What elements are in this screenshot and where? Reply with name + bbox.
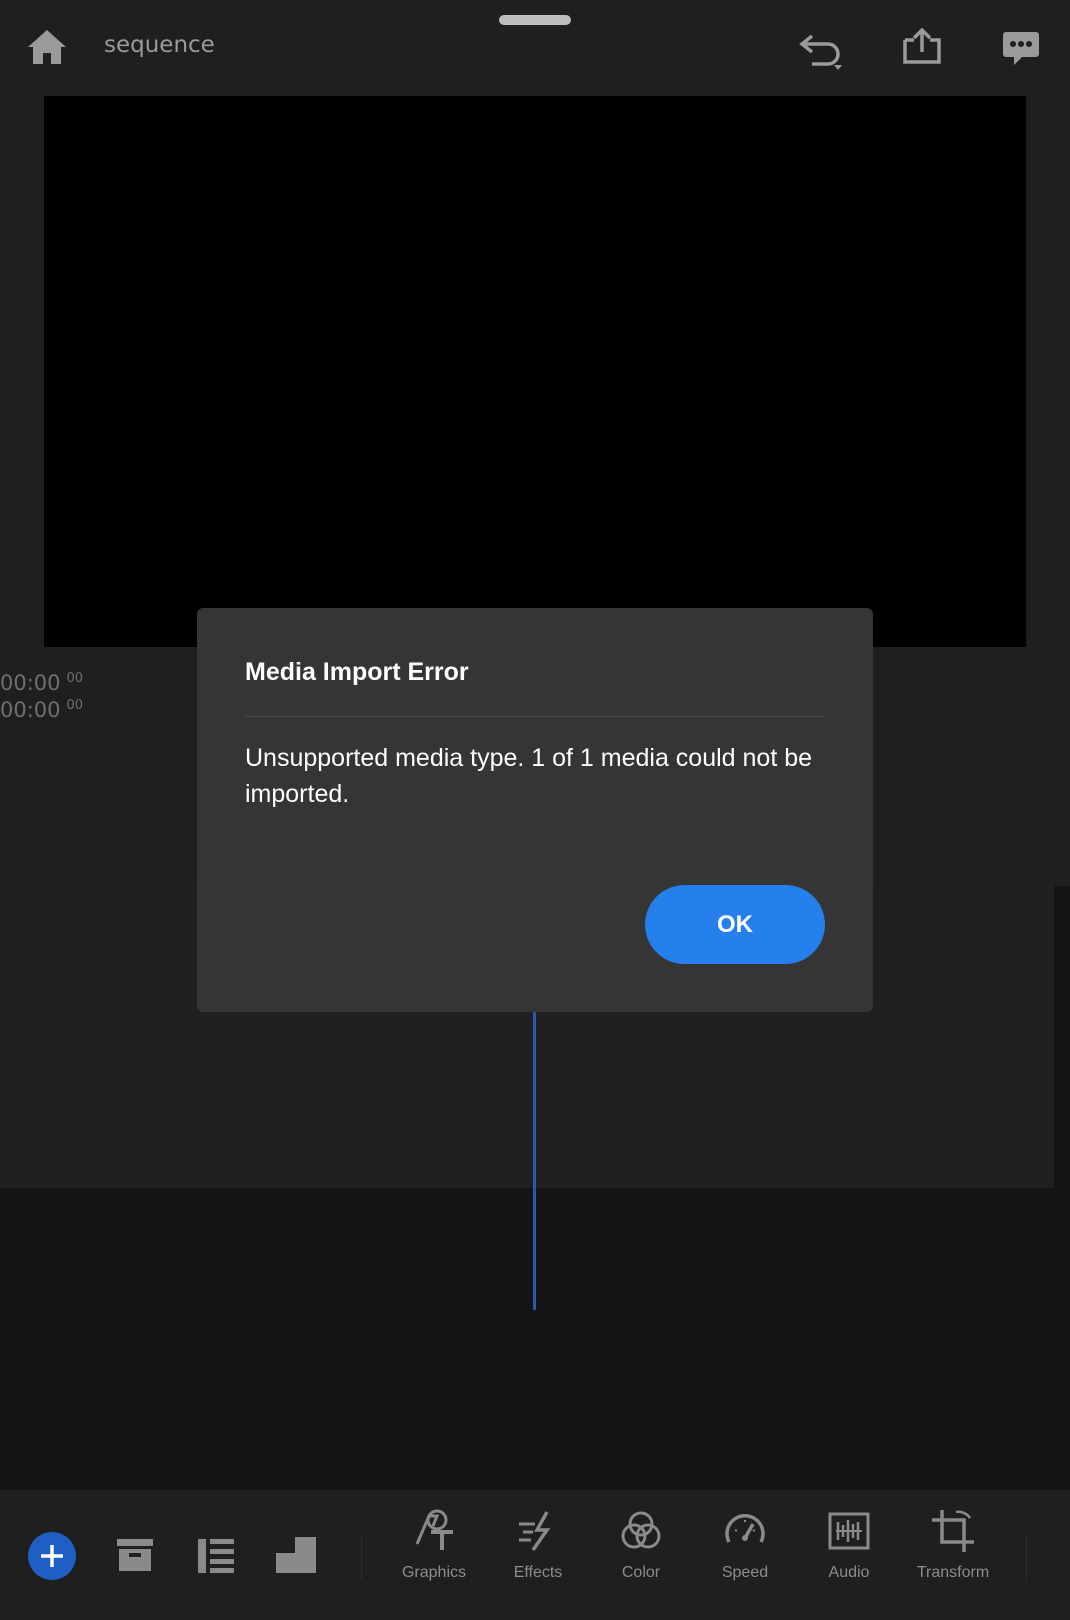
tool-color-label: Color: [621, 1564, 661, 1581]
sequence-title: sequence: [104, 32, 215, 58]
toolbar-divider: [1026, 1535, 1027, 1581]
audio-icon: [828, 1512, 870, 1550]
dialog-message: Unsupported media type. 1 of 1 media cou…: [245, 744, 813, 808]
share-icon[interactable]: [903, 28, 941, 64]
tool-speed-label: Speed: [721, 1564, 769, 1581]
tool-effects-label: Effects: [513, 1564, 563, 1581]
aspect-ratio-icon[interactable]: [275, 1536, 317, 1574]
plus-icon: [41, 1545, 63, 1567]
tool-graphics[interactable]: Graphics: [384, 1508, 484, 1582]
duration-timecode-frames: 00: [66, 698, 84, 713]
current-timecode-value: 00:00: [0, 671, 61, 695]
transform-icon: [932, 1510, 974, 1552]
graphics-icon: [415, 1509, 453, 1550]
effects-icon: [519, 1511, 551, 1552]
playhead[interactable]: [533, 1010, 536, 1310]
tool-speed[interactable]: Speed: [695, 1508, 795, 1582]
drag-handle[interactable]: [499, 15, 571, 25]
add-media-button[interactable]: [28, 1532, 76, 1580]
color-icon: [621, 1511, 661, 1549]
current-timecode-frames: 00: [66, 671, 84, 686]
speed-icon: [725, 1514, 765, 1543]
archive-icon[interactable]: [116, 1538, 154, 1572]
tool-transform-label: Transform: [916, 1564, 990, 1581]
dialog-divider: [245, 716, 825, 717]
tool-effects[interactable]: Effects: [488, 1508, 588, 1582]
tool-audio-label: Audio: [828, 1564, 870, 1581]
video-preview[interactable]: [44, 96, 1026, 647]
duration-timecode-value: 00:00: [0, 698, 61, 722]
media-import-error-dialog: Media Import Error Unsupported media typ…: [197, 608, 873, 1012]
undo-icon[interactable]: [798, 30, 844, 72]
home-icon[interactable]: [26, 28, 68, 66]
duration-timecode: 00:00 00: [0, 698, 83, 722]
toolbar-divider: [361, 1535, 362, 1581]
current-timecode: 00:00 00: [0, 671, 83, 695]
ok-button[interactable]: OK: [645, 885, 825, 964]
dialog-title: Media Import Error: [245, 658, 469, 686]
tool-audio[interactable]: Audio: [799, 1508, 899, 1582]
tool-graphics-label: Graphics: [401, 1564, 467, 1581]
tool-transform[interactable]: Transform: [903, 1508, 1003, 1582]
list-view-icon[interactable]: [197, 1538, 235, 1574]
tool-color[interactable]: Color: [591, 1508, 691, 1582]
comments-icon[interactable]: [1002, 30, 1040, 68]
